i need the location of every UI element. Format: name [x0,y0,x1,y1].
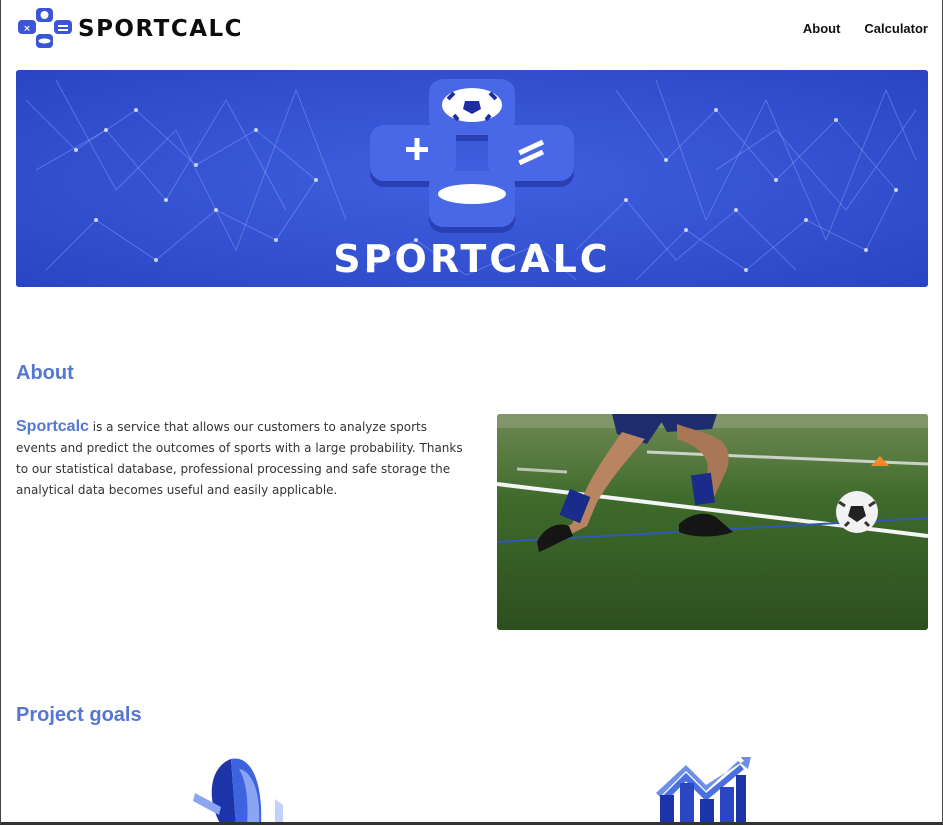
brand-name: SPORTCALC [78,16,244,42]
nav-link-about[interactable]: About [803,21,841,36]
nav-link-calculator[interactable]: Calculator [864,21,928,36]
football-player-photo [497,414,928,630]
about-brand-word: Sportcalc [16,418,89,435]
main-nav: About Calculator [803,21,928,36]
svg-text:×: × [23,24,31,34]
bar-chart-growth-icon [656,757,751,822]
logo-calculator-icon: × [18,8,72,48]
site-header: × SPORTCALC About Calculator [1,0,942,60]
brand-logo-link[interactable]: × SPORTCALC [16,8,243,50]
football-photo-graphic [497,414,928,630]
about-paragraph: Sportcalc is a service that allows our c… [16,416,466,501]
project-goals-heading: Project goals [16,704,142,726]
about-heading: About [16,362,74,384]
hero-title: SPORTCALC [333,237,611,281]
page-frame: × SPORTCALC About Calculator SPORTCALC A… [0,0,943,825]
pie-chart-icon [193,758,283,822]
hero-banner: SPORTCALC [16,70,928,287]
